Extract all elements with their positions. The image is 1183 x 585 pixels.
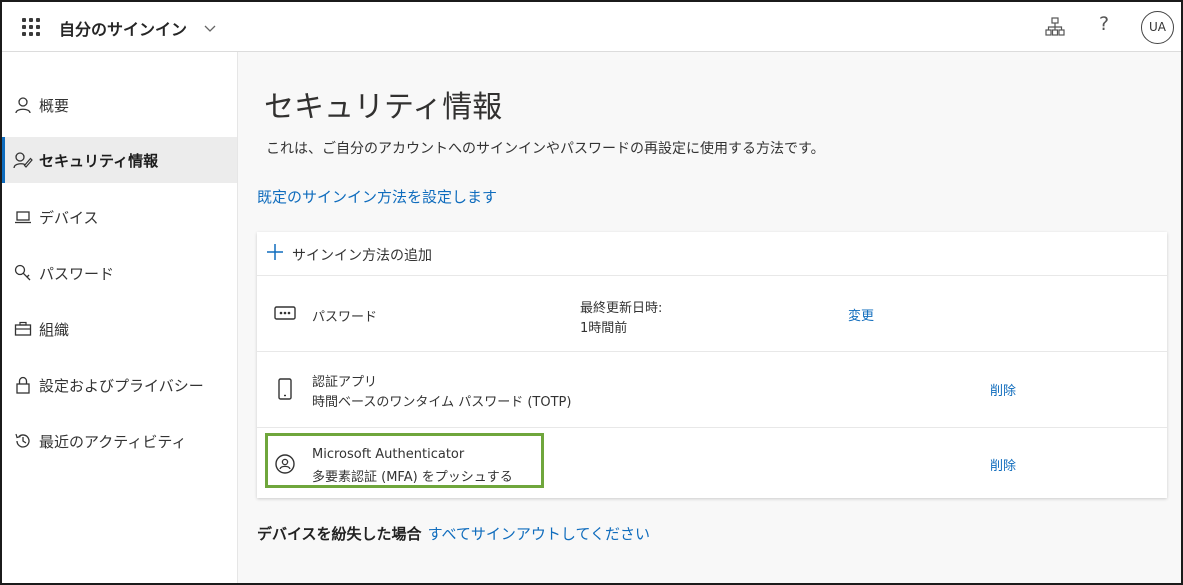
sidebar: 概要 セキュリティ情報 デバイス パスワード 組織 設定およびプライバシー 最近…	[2, 52, 238, 583]
app-title[interactable]: 自分のサインイン	[59, 16, 187, 40]
plus-icon	[266, 240, 284, 267]
sidebar-item-label: パスワード	[39, 264, 115, 283]
sidebar-item-password[interactable]: パスワード	[2, 250, 237, 296]
sidebar-item-label: デバイス	[39, 208, 99, 227]
key-icon	[13, 263, 33, 283]
page-title: セキュリティ情報	[264, 90, 503, 125]
lock-icon	[13, 375, 33, 395]
sidebar-item-devices[interactable]: デバイス	[2, 194, 237, 240]
delete-method-link[interactable]: 削除	[990, 380, 1016, 399]
waffle-icon[interactable]	[22, 18, 40, 36]
highlight-box	[265, 433, 544, 488]
sign-out-everywhere-link[interactable]: すべてサインアウトしてください	[428, 525, 650, 543]
history-icon	[13, 431, 33, 451]
last-updated-label: 最終更新日時:	[580, 301, 663, 316]
change-password-link[interactable]: 変更	[848, 305, 874, 324]
help-icon[interactable]: ?	[1099, 13, 1109, 35]
avatar[interactable]: UA	[1141, 11, 1174, 44]
add-method-label: サインイン方法の追加	[292, 248, 432, 264]
lost-device-label: デバイスを紛失した場合	[257, 525, 422, 543]
method-row-authenticator-app: 認証アプリ 時間ベースのワンタイム パスワード (TOTP) 削除	[257, 352, 1167, 428]
app-window: 自分のサインイン ? UA 概要 セキュリティ情報 デバイス パスワード 組織 …	[0, 0, 1183, 585]
delete-method-link[interactable]: 削除	[990, 455, 1016, 474]
sidebar-item-recent-activity[interactable]: 最近のアクティビティ	[2, 418, 237, 464]
security-info-icon	[13, 150, 33, 170]
sidebar-item-overview[interactable]: 概要	[2, 82, 237, 128]
sidebar-item-settings-privacy[interactable]: 設定およびプライバシー	[2, 362, 237, 408]
password-dots-icon	[274, 306, 296, 320]
chevron-down-icon[interactable]	[203, 19, 217, 39]
phone-icon	[278, 378, 292, 400]
briefcase-icon	[13, 319, 33, 339]
method-name: 認証アプリ	[312, 375, 378, 390]
org-chart-icon[interactable]	[1045, 17, 1065, 37]
default-method-link[interactable]: 既定のサインイン方法を設定します	[257, 186, 497, 207]
page-description: これは、ご自分のアカウントへのサインインやパスワードの再設定に使用する方法です。	[266, 141, 825, 157]
methods-card: サインイン方法の追加 パスワード 最終更新日時: 1時間前 変更 認証アプリ 時…	[257, 232, 1167, 498]
method-row-password: パスワード 最終更新日時: 1時間前 変更	[257, 276, 1167, 352]
method-name: パスワード	[312, 310, 378, 325]
person-icon	[13, 95, 33, 115]
sidebar-item-label: 組織	[39, 320, 70, 339]
sidebar-item-label: 最近のアクティビティ	[39, 432, 187, 451]
sidebar-item-security-info[interactable]: セキュリティ情報	[2, 137, 237, 183]
main-content: セキュリティ情報 これは、ご自分のアカウントへのサインインやパスワードの再設定に…	[238, 52, 1181, 583]
top-bar: 自分のサインイン ? UA	[2, 2, 1181, 52]
sidebar-item-label: 設定およびプライバシー	[39, 376, 204, 395]
laptop-icon	[13, 207, 33, 227]
sidebar-item-label: セキュリティ情報	[39, 151, 159, 170]
sidebar-item-organizations[interactable]: 組織	[2, 306, 237, 352]
last-updated-value: 1時間前	[580, 321, 628, 336]
add-method-row[interactable]: サインイン方法の追加	[257, 232, 1167, 276]
method-subtitle: 時間ベースのワンタイム パスワード (TOTP)	[312, 395, 572, 410]
sidebar-item-label: 概要	[39, 96, 70, 115]
lost-device-section: デバイスを紛失した場合 すべてサインアウトしてください	[257, 523, 650, 544]
